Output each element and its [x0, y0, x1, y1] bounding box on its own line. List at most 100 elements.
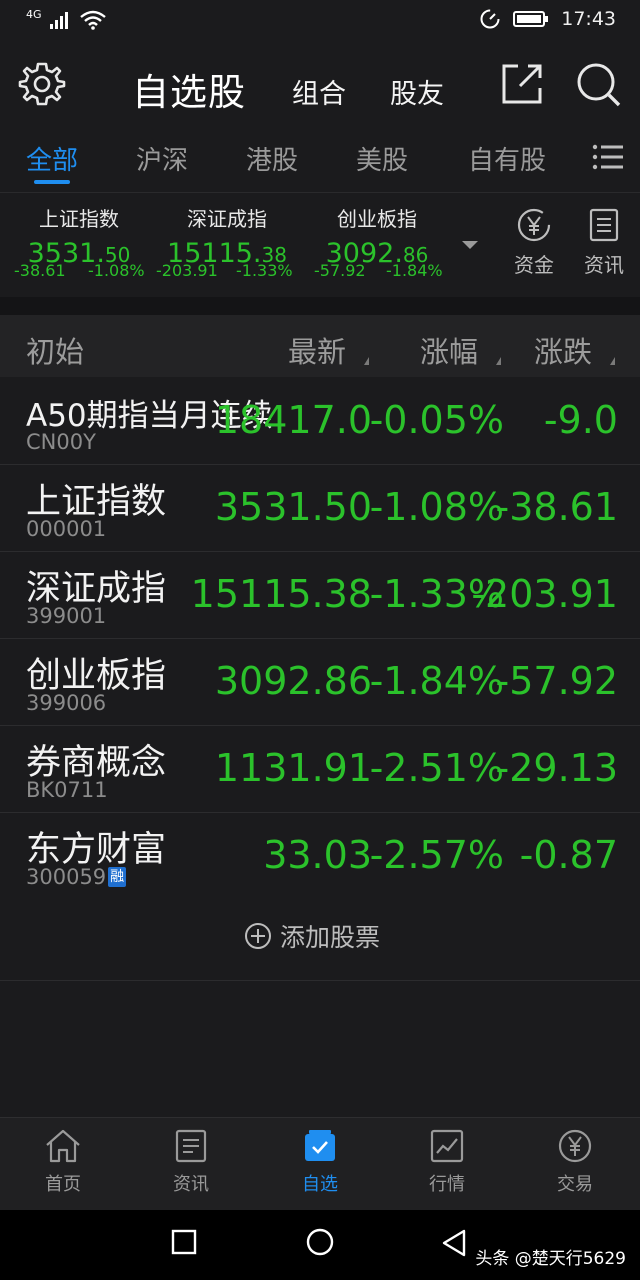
news-label: 资讯 [584, 253, 624, 277]
funds-button[interactable]: 资金 [508, 207, 560, 278]
tab-all[interactable]: 全部 [26, 140, 78, 177]
stock-change: -9.0 [543, 398, 618, 442]
index-name: 上证指数 [39, 207, 119, 231]
trade-icon [558, 1129, 592, 1163]
stock-code: 300059 [26, 865, 107, 889]
stock-price: 3531.50 [214, 485, 372, 529]
share-icon[interactable] [498, 60, 546, 108]
system-nav-bar: 头条 @楚天行5629 [0, 1210, 640, 1280]
clock: 17:43 [561, 8, 616, 30]
tab-own[interactable]: 自有股 [468, 140, 546, 177]
add-stock-button[interactable]: 添加股票 [244, 918, 380, 954]
stock-list: A50期指当月连续 CN00Y 18417.0 -0.05% -9.0 上证指数… [0, 378, 640, 900]
portfolio-link[interactable]: 组合 [292, 72, 346, 111]
index-name: 创业板指 [337, 207, 417, 231]
signal-icon [49, 12, 68, 29]
page-title: 自选股 [132, 71, 246, 114]
stock-code: 399001 [26, 604, 107, 628]
expand-indices-icon[interactable] [462, 241, 478, 249]
stock-row[interactable]: 创业板指 399006 3092.86 -1.84% -57.92 [0, 639, 640, 726]
tab-shsz[interactable]: 沪深 [136, 140, 188, 177]
news-button[interactable]: 资讯 [578, 207, 630, 278]
home-icon [46, 1129, 80, 1163]
stock-price: 18417.0 [214, 398, 372, 442]
stock-price: 3092.86 [214, 659, 372, 703]
stock-row[interactable]: 上证指数 000001 3531.50 -1.08% -38.61 [0, 465, 640, 552]
nav-label: 首页 [45, 1174, 81, 1195]
add-stock-row: 添加股票 [0, 896, 640, 981]
community-link[interactable]: 股友 [390, 72, 444, 111]
index-cyb-change: -57.92 [314, 261, 366, 280]
stock-row[interactable]: 东方财富 300059 融 33.03 -2.57% -0.87 [0, 813, 640, 900]
status-bar: 4G 17:43 [0, 0, 640, 42]
stock-pct: -1.84% [369, 659, 504, 703]
stock-row[interactable]: 券商概念 BK0711 1131.91 -2.51% -29.13 [0, 726, 640, 813]
stock-pct: -2.57% [369, 833, 504, 877]
nav-trade[interactable]: 交易 [530, 1128, 620, 1196]
search-icon[interactable] [574, 60, 622, 108]
nav-label: 交易 [557, 1174, 593, 1195]
add-stock-label: 添加股票 [280, 923, 381, 952]
nav-label: 自选 [302, 1174, 338, 1195]
sort-icon [496, 357, 501, 365]
sort-icon [364, 357, 369, 365]
nav-news[interactable]: 资讯 [146, 1128, 236, 1196]
nav-home[interactable]: 首页 [18, 1128, 108, 1196]
yuan-circle-icon [517, 208, 551, 242]
nav-watchlist[interactable]: 自选 [275, 1128, 365, 1196]
data-saver-icon [480, 9, 500, 29]
nav-market[interactable]: 行情 [402, 1128, 492, 1196]
stock-pct: -0.05% [369, 398, 504, 442]
margin-badge: 融 [108, 867, 127, 887]
stock-change: -0.87 [519, 833, 618, 877]
recent-apps-icon[interactable] [170, 1228, 198, 1256]
market-tabs: 全部 沪深 港股 美股 自有股 [0, 130, 640, 190]
back-icon[interactable] [440, 1228, 468, 1260]
market-icon [430, 1129, 464, 1163]
index-cyb[interactable]: 创业板指 3092.86 [302, 203, 452, 269]
col-change[interactable]: 涨跌 [534, 329, 592, 371]
stock-row[interactable]: 深证成指 399001 15115.38 -1.33% -203.91 [0, 552, 640, 639]
nav-label: 行情 [429, 1174, 465, 1195]
column-header: 初始 最新 涨幅 涨跌 [0, 315, 640, 377]
gear-icon[interactable] [18, 60, 66, 108]
plus-circle-icon [245, 923, 271, 949]
stock-price: 15115.38 [190, 572, 372, 616]
section-divider [0, 297, 640, 315]
stock-row[interactable]: A50期指当月连续 CN00Y 18417.0 -0.05% -9.0 [0, 378, 640, 465]
tab-hk[interactable]: 港股 [246, 140, 298, 177]
stock-change: -57.92 [495, 659, 619, 703]
index-sz-change: -203.91 [156, 261, 218, 280]
stock-price: 33.03 [263, 833, 372, 877]
index-cyb-pct: -1.84% [386, 261, 443, 280]
col-latest[interactable]: 最新 [288, 329, 346, 371]
funds-label: 资金 [514, 253, 554, 277]
stock-code: BK0711 [26, 778, 108, 802]
stock-change: -203.91 [471, 572, 618, 616]
index-sz-pct: -1.33% [236, 261, 293, 280]
stock-price: 1131.91 [214, 746, 372, 790]
watermark: 头条 @楚天行5629 [475, 1249, 626, 1269]
nav-label: 资讯 [173, 1174, 209, 1195]
news-icon [175, 1129, 207, 1163]
stock-change: -38.61 [495, 485, 619, 529]
sort-icon [610, 357, 615, 365]
wifi-icon [79, 10, 106, 30]
col-name[interactable]: 初始 [26, 329, 84, 371]
tab-us[interactable]: 美股 [356, 140, 408, 177]
stock-code: 399006 [26, 691, 107, 715]
bottom-nav: 首页 资讯 自选 行情 交易 [0, 1117, 640, 1210]
menu-icon[interactable] [592, 142, 624, 172]
index-summary: 上证指数 3531.50 -38.61 -1.08% 深证成指 15115.38… [0, 192, 640, 297]
network-label: 4G [26, 7, 42, 21]
index-sh[interactable]: 上证指数 3531.50 [4, 203, 154, 269]
home-button-icon[interactable] [304, 1228, 336, 1260]
document-icon [589, 208, 619, 242]
watchlist-icon [305, 1130, 335, 1161]
active-tab-indicator [34, 180, 70, 184]
index-sz[interactable]: 深证成指 15115.38 [152, 203, 302, 269]
index-sh-pct: -1.08% [88, 261, 145, 280]
stock-code: 000001 [26, 517, 107, 541]
index-sh-change: -38.61 [14, 261, 66, 280]
col-pct[interactable]: 涨幅 [420, 329, 478, 371]
